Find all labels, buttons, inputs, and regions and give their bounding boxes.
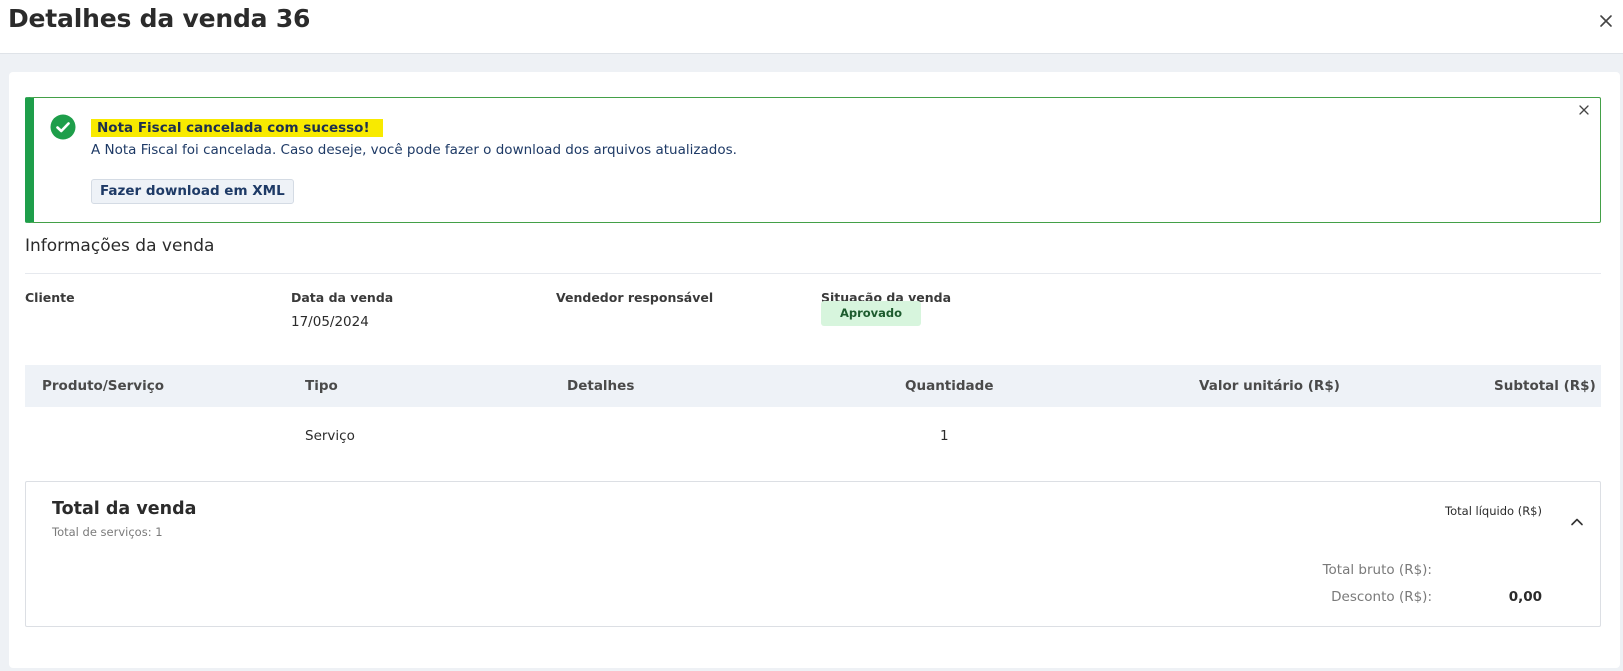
close-icon[interactable]: [1578, 104, 1590, 116]
cell-type: Serviço: [305, 428, 355, 444]
divider: [25, 273, 1601, 274]
seller-label: Vendedor responsável: [556, 290, 714, 305]
modal-header: Detalhes da venda 36: [0, 0, 1623, 54]
sale-date-label: Data da venda: [291, 290, 394, 305]
net-total-label: Total líquido (R$): [1445, 504, 1542, 518]
page-title: Detalhes da venda 36: [8, 4, 311, 33]
alert-message: A Nota Fiscal foi cancelada. Caso deseje…: [91, 142, 737, 158]
column-header-product: Produto/Serviço: [42, 378, 165, 394]
sale-details-panel: Nota Fiscal cancelada com sucesso! A Not…: [9, 72, 1620, 668]
chevron-up-icon[interactable]: [1568, 513, 1586, 531]
alert-title: Nota Fiscal cancelada com sucesso!: [91, 119, 383, 137]
services-count: Total de serviços: 1: [52, 525, 163, 539]
discount-label: Desconto (R$):: [1331, 589, 1432, 605]
column-header-subtotal: Subtotal (R$): [1494, 378, 1596, 394]
discount-value: 0,00: [1508, 589, 1542, 605]
client-label: Cliente: [25, 290, 75, 305]
check-circle-icon: [50, 114, 76, 140]
column-header-unit-price: Valor unitário (R$): [1199, 378, 1340, 394]
success-alert: Nota Fiscal cancelada com sucesso! A Not…: [25, 97, 1601, 223]
sale-date-value: 17/05/2024: [291, 314, 369, 330]
close-icon[interactable]: [1595, 10, 1617, 32]
status-badge: Aprovado: [821, 301, 921, 326]
column-header-type: Tipo: [305, 378, 338, 394]
download-xml-button[interactable]: Fazer download em XML: [91, 179, 294, 204]
table-header: Produto/Serviço Tipo Detalhes Quantidade…: [25, 365, 1601, 407]
sale-total-title: Total da venda: [52, 499, 197, 519]
column-header-quantity: Quantidade: [905, 378, 994, 394]
sale-total-card: Total da venda Total de serviços: 1 Tota…: [25, 481, 1601, 627]
cell-quantity: 1: [940, 428, 949, 444]
section-title: Informações da venda: [25, 236, 215, 256]
gross-total-label: Total bruto (R$):: [1322, 562, 1432, 578]
column-header-details: Detalhes: [567, 378, 635, 394]
